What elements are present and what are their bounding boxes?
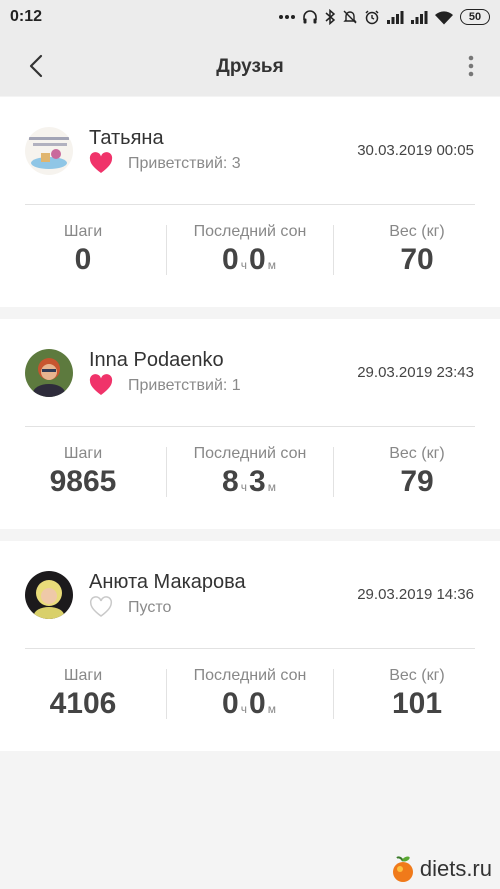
sleep-stat: Последний сон 0 ч0 м: [167, 223, 333, 277]
sleep-label: Последний сон: [193, 223, 307, 240]
more-menu-button[interactable]: [464, 52, 478, 80]
avatar: [25, 349, 73, 397]
timestamp: 30.03.2019 00:05: [357, 142, 474, 159]
sleep-minutes: 0: [249, 243, 266, 276]
heart-outline-icon[interactable]: [89, 596, 113, 618]
minutes-unit: м: [267, 258, 276, 272]
weight-label: Вес (кг): [389, 223, 445, 240]
weight-value: 101: [391, 687, 443, 720]
friend-card[interactable]: Анюта Макарова Пусто 29.03.2019 14:36 Ша…: [0, 541, 500, 751]
friend-name: Inna Podaenko: [89, 349, 224, 371]
weight-stat: Вес (кг) 79: [334, 445, 500, 499]
minutes-unit: м: [267, 480, 276, 494]
minutes-unit: м: [267, 702, 276, 716]
weight-label: Вес (кг): [389, 445, 445, 462]
status-time: 0:12: [10, 8, 43, 25]
timestamp: 29.03.2019 14:36: [357, 586, 474, 603]
hours-unit: ч: [240, 258, 247, 272]
sleep-value: 0 ч0 м: [167, 687, 333, 721]
sleep-hours: 8: [222, 465, 239, 498]
sleep-value: 0 ч0 м: [167, 243, 333, 277]
steps-label: Шаги: [63, 223, 103, 240]
status-bar: 0:12 50: [0, 0, 500, 36]
page-title: Друзья: [216, 56, 284, 77]
signal-icon: [410, 10, 428, 24]
greetings-count: Пусто: [128, 599, 172, 616]
sleep-hours: 0: [222, 687, 239, 720]
fruit-logo-icon: [392, 856, 413, 882]
steps-value: 0: [74, 243, 92, 276]
steps-stat: Шаги 0: [0, 223, 166, 277]
wifi-icon: [434, 10, 454, 25]
sleep-minutes: 0: [249, 687, 266, 720]
sleep-hours: 0: [222, 243, 239, 276]
sleep-label: Последний сон: [193, 667, 307, 684]
mute-bell-icon: [342, 9, 358, 25]
more-vertical-icon: [468, 55, 474, 77]
hours-unit: ч: [240, 702, 247, 716]
timestamp: 29.03.2019 23:43: [357, 364, 474, 381]
heart-icon[interactable]: [89, 374, 113, 396]
greetings-count: Приветствий: 3: [128, 155, 241, 172]
more-notifications-icon: [278, 14, 296, 20]
steps-value: 9865: [49, 465, 117, 498]
divider: [25, 204, 475, 205]
steps-stat: Шаги 4106: [0, 667, 166, 721]
sleep-stat: Последний сон 0 ч0 м: [167, 667, 333, 721]
divider: [25, 426, 475, 427]
bluetooth-icon: [324, 9, 336, 25]
steps-label: Шаги: [63, 445, 103, 462]
steps-stat: Шаги 9865: [0, 445, 166, 499]
friend-card[interactable]: Inna Podaenko Приветствий: 1 29.03.2019 …: [0, 319, 500, 529]
sleep-value: 8 ч3 м: [167, 465, 333, 499]
weight-stat: Вес (кг) 101: [334, 667, 500, 721]
alarm-icon: [364, 9, 380, 25]
watermark: diets.ru: [390, 855, 492, 883]
app-header: Друзья: [0, 36, 500, 96]
friend-name: Анюта Макарова: [89, 571, 246, 593]
weight-label: Вес (кг): [389, 667, 445, 684]
status-icons: 50: [278, 7, 490, 27]
weight-value: 79: [400, 465, 434, 498]
divider: [25, 648, 475, 649]
sleep-stat: Последний сон 8 ч3 м: [167, 445, 333, 499]
weight-value: 70: [400, 243, 434, 276]
avatar: [25, 571, 73, 619]
battery-icon: 50: [460, 9, 490, 25]
greetings-count: Приветствий: 1: [128, 377, 241, 394]
sleep-label: Последний сон: [193, 445, 307, 462]
headphones-icon: [302, 9, 318, 25]
steps-value: 4106: [49, 687, 117, 720]
avatar: [25, 127, 73, 175]
hours-unit: ч: [240, 480, 247, 494]
friend-card[interactable]: Татьяна Приветствий: 3 30.03.2019 00:05 …: [0, 97, 500, 307]
heart-icon[interactable]: [89, 152, 113, 174]
weight-stat: Вес (кг) 70: [334, 223, 500, 277]
signal-icon: [386, 10, 404, 24]
sleep-minutes: 3: [249, 465, 266, 498]
steps-label: Шаги: [63, 667, 103, 684]
watermark-text: diets.ru: [419, 856, 492, 881]
friend-name: Татьяна: [89, 127, 164, 149]
